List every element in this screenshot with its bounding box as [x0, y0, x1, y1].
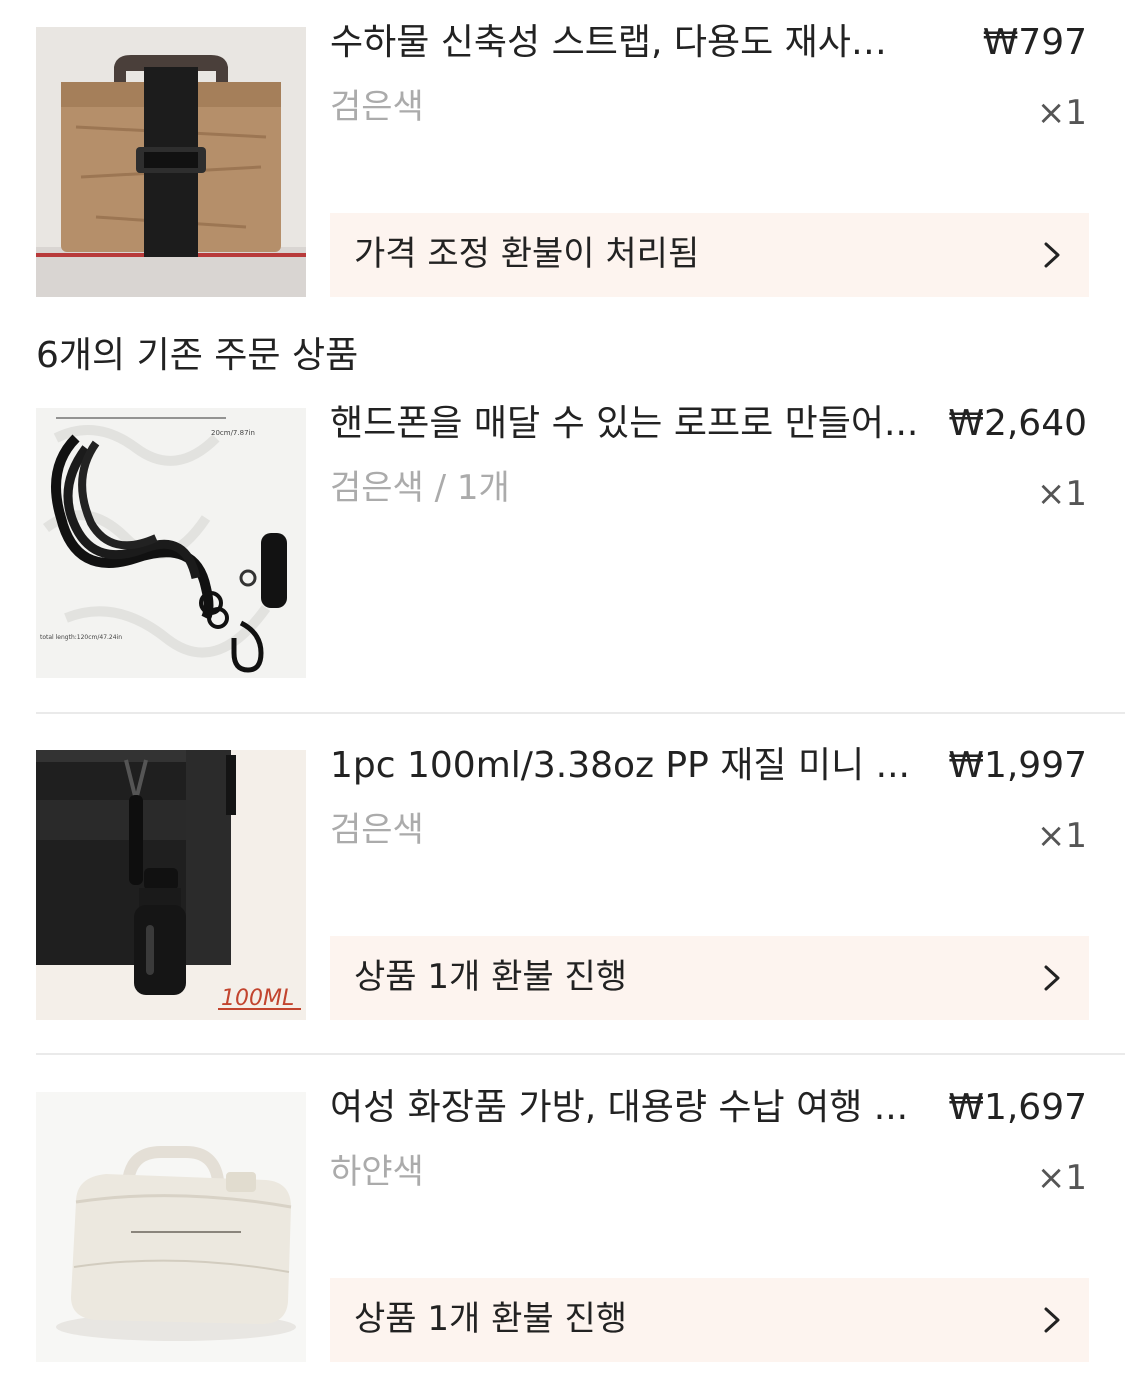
product-price: ₩1,697 — [948, 1087, 1087, 1128]
order-item-4[interactable]: 여성 화장품 가방, 대용량 수납 여행 ... ₩1,697 하얀색 ×1 상… — [0, 0, 1125, 1370]
product-title[interactable]: 여성 화장품 가방, 대용량 수납 여행 ... — [330, 1086, 920, 1130]
product-image-cosmetic-bag[interactable] — [36, 1092, 306, 1362]
action-label: 상품 1개 환불 진행 — [354, 1299, 628, 1339]
order-items-page: 수하물 신축성 스트랩, 다용도 재사용 가... ₩797 검은색 ×1 가격… — [0, 0, 1125, 1395]
cosmetic-bag-image — [36, 1092, 306, 1362]
product-variant: 하얀색 — [330, 1152, 424, 1192]
chevron-right-icon — [1037, 1305, 1067, 1335]
product-quantity: ×1 — [1036, 1158, 1087, 1198]
refund-in-progress-bar[interactable]: 상품 1개 환불 진행 — [330, 1278, 1089, 1362]
